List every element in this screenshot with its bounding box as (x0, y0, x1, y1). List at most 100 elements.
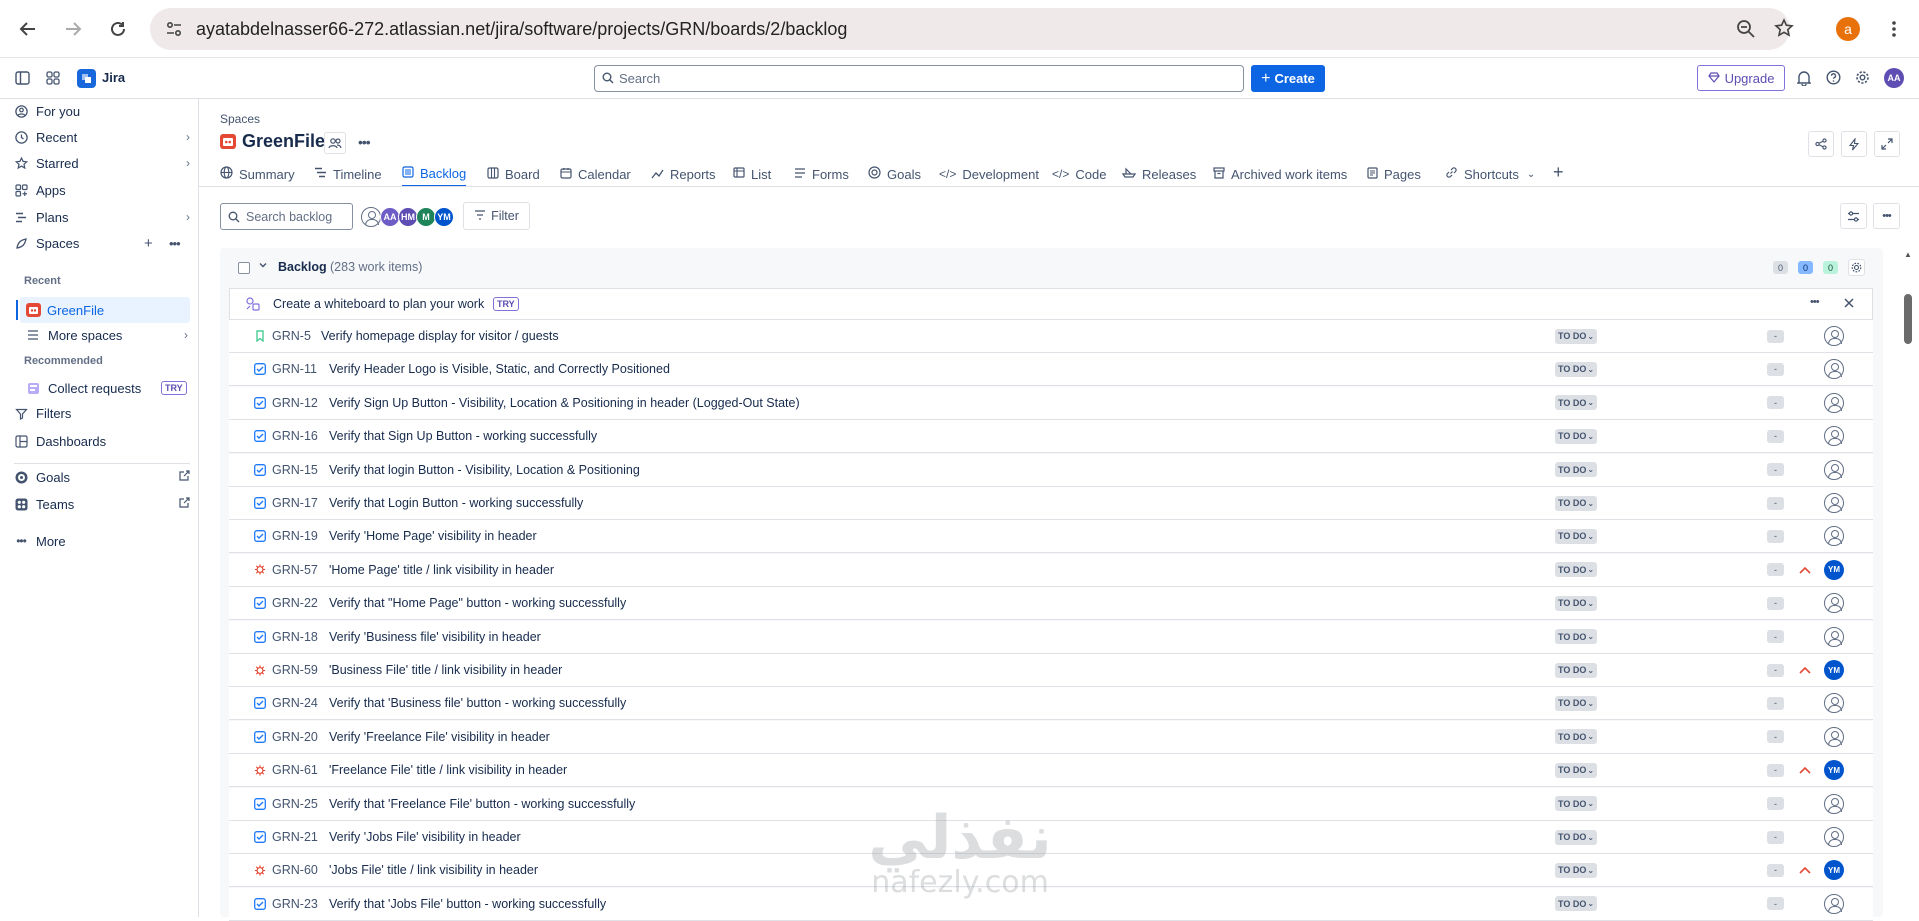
issue-key[interactable]: GRN-25 (272, 797, 318, 811)
issue-summary[interactable]: 'Jobs File' title / link visibility in h… (329, 863, 538, 877)
issue-summary[interactable]: Verify that 'Business file' button - wor… (329, 696, 626, 710)
status-dropdown[interactable]: TO DO ⌄ (1555, 896, 1598, 912)
status-dropdown[interactable]: TO DO ⌄ (1555, 796, 1598, 812)
forward-icon[interactable] (58, 14, 88, 44)
issue-summary[interactable]: Verify Header Logo is Visible, Static, a… (329, 362, 670, 376)
sidebar-item-spaces[interactable]: Spaces + ••• (14, 231, 190, 255)
status-dropdown[interactable]: TO DO ⌄ (1555, 595, 1598, 611)
issue-key[interactable]: GRN-57 (272, 563, 318, 577)
story-points[interactable]: - (1767, 429, 1784, 443)
sidebar-item-dashboards[interactable]: Dashboards (14, 429, 190, 453)
unassigned-avatar[interactable] (1824, 693, 1844, 714)
back-icon[interactable] (13, 14, 43, 44)
sidebar-item-filters[interactable]: Filters (14, 401, 190, 425)
upgrade-button[interactable]: Upgrade (1697, 65, 1785, 91)
filter-button[interactable]: Filter (463, 202, 530, 230)
backlog-row[interactable]: GRN-17 Verify that Login Button - working… (229, 487, 1873, 520)
status-dropdown[interactable]: TO DO ⌄ (1555, 629, 1598, 645)
avatar-filter-m[interactable]: M (416, 207, 436, 227)
avatar-filter-ym[interactable]: YM (434, 207, 454, 227)
share-icon[interactable] (1808, 131, 1834, 157)
tab-code[interactable]: </> Code (1052, 161, 1106, 187)
sidebar-toggle-icon[interactable] (15, 71, 30, 88)
issue-key[interactable]: GRN-18 (272, 630, 318, 644)
unassigned-avatar-filter[interactable] (361, 207, 381, 227)
unassigned-avatar[interactable] (1824, 493, 1844, 513)
status-dropdown[interactable]: TO DO ⌄ (1555, 361, 1598, 377)
sidebar-item-starred[interactable]: Starred › (14, 151, 190, 175)
global-search-input[interactable]: Search (594, 65, 1244, 92)
more-actions-icon[interactable]: ••• (169, 236, 181, 251)
tab-list[interactable]: List (733, 161, 771, 187)
try-badge[interactable]: TRY (493, 297, 519, 311)
collapse-chevron-icon[interactable] (258, 260, 268, 273)
board-settings-icon[interactable] (1848, 259, 1865, 276)
unassigned-avatar[interactable] (1824, 326, 1844, 346)
backlog-row[interactable]: GRN-18 Verify 'Business file' visibility … (229, 620, 1873, 654)
priority-high-icon[interactable] (1799, 663, 1811, 677)
issue-summary[interactable]: Verify 'Freelance File' visibility in he… (329, 730, 550, 744)
more-options-icon[interactable]: ••• (1873, 203, 1900, 229)
story-points[interactable]: - (1767, 329, 1784, 343)
unassigned-avatar[interactable] (1824, 726, 1844, 747)
story-points[interactable]: - (1767, 730, 1784, 744)
fullscreen-icon[interactable] (1874, 131, 1900, 157)
issue-summary[interactable]: Verify that login Button - Visibility, L… (329, 463, 640, 477)
status-dropdown[interactable]: TO DO ⌄ (1555, 762, 1598, 778)
unassigned-avatar[interactable] (1824, 359, 1844, 380)
tab-board[interactable]: Board (487, 161, 540, 187)
issue-summary[interactable]: Verify that Sign Up Button - working suc… (329, 429, 597, 443)
status-dropdown[interactable]: TO DO ⌄ (1555, 562, 1598, 578)
backlog-row[interactable]: GRN-5 Verify homepage display for visitor… (229, 320, 1873, 353)
tab-reports[interactable]: Reports (651, 161, 716, 187)
team-members-icon[interactable] (324, 132, 346, 154)
unassigned-avatar[interactable] (1824, 459, 1844, 480)
sidebar-item-more[interactable]: ••• More (14, 529, 190, 553)
backlog-row[interactable]: GRN-16 Verify that Sign Up Button - worki… (229, 420, 1873, 454)
chevron-right-icon[interactable]: › (184, 328, 188, 342)
issue-summary[interactable]: Verify 'Home Page' visibility in header (329, 529, 537, 543)
assignee-avatar[interactable]: YM (1824, 660, 1844, 680)
issue-summary[interactable]: Verify that "Home Page" button - working… (329, 596, 626, 610)
sidebar-item-collect-requests[interactable]: Collect requests TRY (26, 376, 190, 400)
sidebar-item-teams[interactable]: Teams (14, 492, 190, 516)
issue-key[interactable]: GRN-24 (272, 696, 318, 710)
app-name[interactable]: Jira (102, 70, 125, 85)
tab-calendar[interactable]: Calendar (560, 161, 631, 187)
issue-summary[interactable]: Verify Sign Up Button - Visibility, Loca… (329, 396, 800, 410)
status-dropdown[interactable]: TO DO ⌄ (1555, 729, 1598, 745)
issue-key[interactable]: GRN-21 (272, 830, 318, 844)
address-bar[interactable]: ayatabdelnasser66-272.atlassian.net/jira… (150, 8, 1794, 50)
issue-key[interactable]: GRN-20 (272, 730, 318, 744)
sidebar-item-goals[interactable]: Goals (14, 465, 190, 489)
issue-summary[interactable]: Verify 'Business file' visibility in hea… (329, 630, 541, 644)
tab-archived-work-items[interactable]: Archived work items (1213, 161, 1347, 187)
bookmark-star-icon[interactable] (1774, 18, 1794, 41)
tab-timeline[interactable]: Timeline (314, 161, 382, 187)
issue-key[interactable]: GRN-5 (272, 329, 311, 343)
backlog-search-input[interactable]: Search backlog (220, 203, 353, 230)
story-points[interactable]: - (1767, 830, 1784, 844)
issue-key[interactable]: GRN-23 (272, 897, 318, 911)
issue-key[interactable]: GRN-60 (272, 863, 318, 877)
story-points[interactable]: - (1767, 596, 1784, 610)
create-button[interactable]: + Create (1251, 65, 1325, 92)
jira-logo-icon[interactable] (77, 69, 96, 88)
issue-summary[interactable]: 'Business File' title / link visibility … (329, 663, 562, 677)
issue-key[interactable]: GRN-17 (272, 496, 318, 510)
scroll-up-icon[interactable]: ▲ (1904, 250, 1912, 259)
backlog-row[interactable]: GRN-11 Verify Header Logo is Visible, Sta… (229, 353, 1873, 387)
breadcrumb[interactable]: Spaces (220, 112, 260, 126)
chevron-right-icon[interactable]: › (186, 156, 190, 170)
story-points[interactable]: - (1767, 496, 1784, 510)
story-points[interactable]: - (1767, 863, 1784, 877)
issue-key[interactable]: GRN-15 (272, 463, 318, 477)
issue-summary[interactable]: Verify that 'Freelance File' button - wo… (329, 797, 635, 811)
scrollbar-thumb[interactable] (1904, 294, 1912, 344)
tab-shortcuts[interactable]: Shortcuts ⌄ (1445, 161, 1535, 187)
user-avatar[interactable]: AA (1884, 68, 1904, 88)
sidebar-item-greenfile[interactable]: GreenFile (16, 297, 190, 323)
backlog-row[interactable]: GRN-59 'Business File' title / link visib… (229, 654, 1873, 687)
assignee-avatar[interactable]: YM (1824, 860, 1844, 881)
backlog-select-checkbox[interactable] (238, 262, 250, 274)
